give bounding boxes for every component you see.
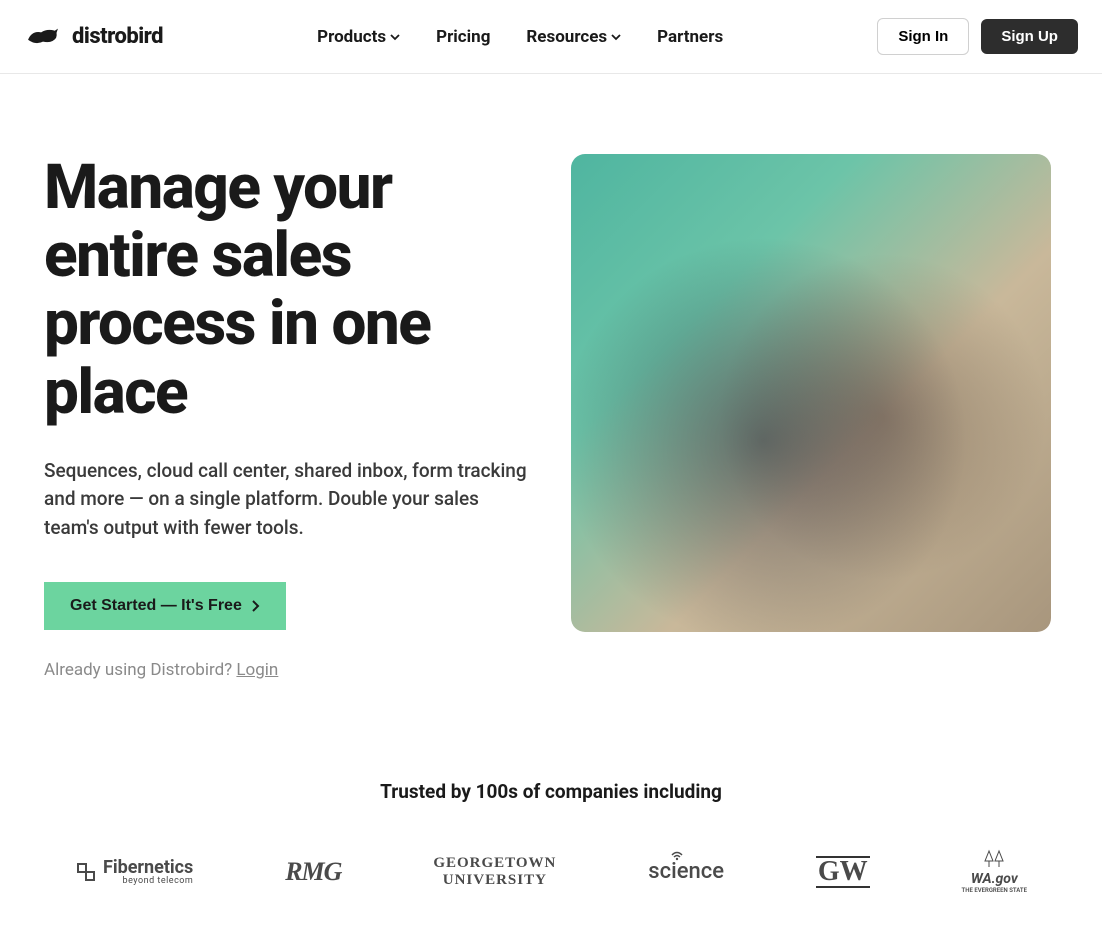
signin-button[interactable]: Sign In	[877, 18, 969, 55]
hero-title: Manage your entire sales process in one …	[44, 154, 531, 427]
nav-pricing[interactable]: Pricing	[436, 27, 490, 47]
brand-name: distrobird	[72, 24, 163, 49]
nav-products-label: Products	[317, 27, 386, 47]
logo[interactable]: distrobird	[24, 23, 163, 51]
georgetown-line2: UNIVERSITY	[443, 872, 547, 889]
cta-button[interactable]: Get Started — It's Free	[44, 582, 286, 630]
signup-button[interactable]: Sign Up	[981, 19, 1078, 54]
fibernetics-icon	[75, 861, 97, 883]
logo-gw: GW	[816, 852, 870, 892]
hero-image-overlay	[571, 154, 1051, 632]
logo-georgetown: GEORGETOWN UNIVERSITY	[433, 852, 556, 892]
hero-content: Manage your entire sales process in one …	[44, 154, 531, 680]
fibernetics-text: Fibernetics	[103, 857, 193, 878]
company-logos: Fibernetics beyond telecom RMG GEORGETOW…	[44, 849, 1058, 894]
hero-section: Manage your entire sales process in one …	[0, 74, 1102, 720]
wa-sub: THE EVERGREEN STATE	[962, 887, 1027, 894]
logo-fibernetics: Fibernetics beyond telecom	[75, 852, 193, 892]
logo-rmg: RMG	[285, 852, 341, 892]
main-nav: Products Pricing Resources Partners	[317, 27, 723, 47]
nav-partners[interactable]: Partners	[657, 27, 723, 47]
chevron-right-icon	[252, 600, 260, 612]
nav-resources[interactable]: Resources	[526, 27, 621, 47]
wifi-icon	[670, 847, 684, 861]
georgetown-line1: GEORGETOWN	[433, 855, 556, 872]
hero-subtitle: Sequences, cloud call center, shared inb…	[44, 457, 531, 543]
wa-tree-icon	[979, 849, 1009, 871]
login-prompt-text: Already using Distrobird?	[44, 660, 236, 680]
nav-resources-label: Resources	[526, 27, 607, 47]
logo-wa: WA.gov THE EVERGREEN STATE	[962, 849, 1027, 894]
nav-pricing-label: Pricing	[436, 27, 490, 47]
chevron-down-icon	[611, 32, 621, 42]
login-link[interactable]: Login	[236, 660, 278, 680]
nav-partners-label: Partners	[657, 27, 723, 47]
chevron-down-icon	[390, 32, 400, 42]
hero-image-wrap	[571, 154, 1058, 632]
logo-science: science	[648, 852, 724, 892]
bird-icon	[24, 23, 62, 51]
login-prompt: Already using Distrobird? Login	[44, 660, 531, 680]
nav-products[interactable]: Products	[317, 27, 400, 47]
cta-label: Get Started — It's Free	[70, 597, 242, 615]
header: distrobird Products Pricing Resources Pa…	[0, 0, 1102, 74]
trusted-title: Trusted by 100s of companies including	[44, 780, 1058, 803]
gw-text: GW	[816, 856, 870, 888]
hero-image	[571, 154, 1051, 632]
auth-buttons: Sign In Sign Up	[877, 18, 1078, 55]
trusted-section: Trusted by 100s of companies including F…	[0, 720, 1102, 934]
